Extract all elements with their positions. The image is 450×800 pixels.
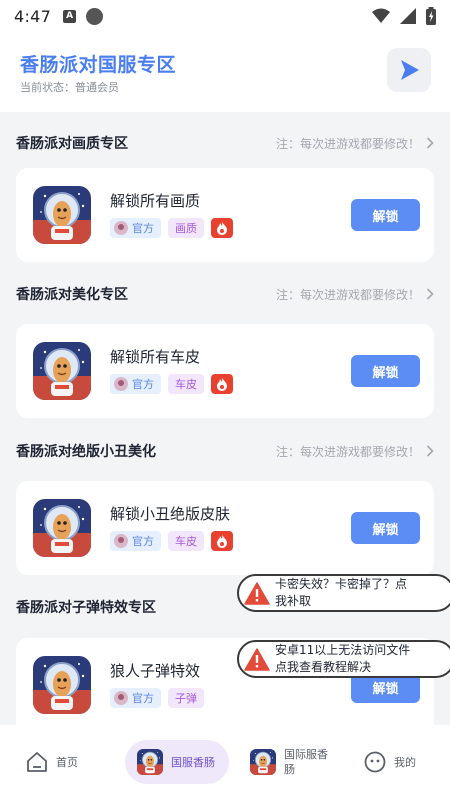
nav-item-global-server[interactable]: 国际服香 肠 bbox=[250, 740, 328, 784]
home-icon bbox=[27, 752, 47, 772]
section-note-text: 注：每次进游戏都要修改！ bbox=[275, 287, 420, 302]
play-icon bbox=[401, 60, 419, 80]
hot-badge bbox=[211, 374, 233, 394]
feature-name: 解锁小丑绝版皮肤 bbox=[110, 505, 231, 523]
toast-line: 安卓11以上无法访问文件 bbox=[275, 643, 411, 657]
section-title: 香肠派对美化专区 bbox=[16, 287, 128, 303]
toast-text: 卡密失效？卡密掉了？点 我补取 bbox=[275, 576, 407, 610]
section-header: 香肠派对画质专区 注：每次进游戏都要修改！ bbox=[16, 131, 434, 155]
avatar-icon bbox=[114, 377, 128, 391]
section-note-link[interactable]: 注：每次进游戏都要修改！ bbox=[276, 286, 434, 303]
unlock-button[interactable]: 解锁 bbox=[351, 512, 420, 544]
section-note-link[interactable]: 注：每次进游戏都要修改！ bbox=[276, 135, 434, 152]
toast-line: 我补取 bbox=[275, 594, 312, 608]
chevron-right-icon bbox=[426, 288, 434, 300]
hot-badge bbox=[211, 218, 233, 238]
section-note-text: 注：每次进游戏都要修改！ bbox=[275, 444, 420, 459]
chevron-right-icon bbox=[426, 445, 434, 457]
card-key-reclaim-toast[interactable]: 卡密失效？卡密掉了？点 我补取 bbox=[237, 574, 450, 612]
toast-line: 点我查看教程解决 bbox=[275, 660, 372, 674]
status-time: 4:47 bbox=[14, 6, 52, 26]
warning-icon bbox=[239, 647, 275, 671]
app-header: 香肠派对国服专区 当前状态：普通会员 bbox=[0, 32, 450, 112]
section-header: 香肠派对绝版小丑美化 注：每次进游戏都要修改！ bbox=[16, 439, 434, 463]
fire-icon bbox=[217, 377, 227, 391]
feature-card: 解锁小丑绝版皮肤 官方 车皮 解锁 bbox=[16, 481, 434, 575]
tag-row: 官方 车皮 bbox=[110, 374, 233, 394]
hot-badge bbox=[211, 531, 233, 551]
game-thumbnail bbox=[33, 342, 91, 400]
toast-text: 安卓11以上无法访问文件 点我查看教程解决 bbox=[275, 642, 410, 676]
toast-line: 卡密失效？卡密掉了？点 bbox=[275, 577, 408, 591]
game-thumbnail bbox=[137, 749, 163, 775]
fire-icon bbox=[217, 221, 227, 235]
status-bar: 4:47 A bbox=[0, 0, 450, 32]
avatar-icon bbox=[114, 534, 128, 548]
membership-status: 当前状态：普通会员 bbox=[20, 81, 119, 94]
feature-name: 解锁所有画质 bbox=[110, 192, 201, 210]
tag-row: 官方 车皮 bbox=[110, 531, 233, 551]
section-note-text: 注：每次进游戏都要修改！ bbox=[275, 136, 420, 151]
official-tag: 官方 bbox=[110, 374, 161, 394]
android11-help-toast[interactable]: 安卓11以上无法访问文件 点我查看教程解决 bbox=[237, 640, 450, 678]
avatar-icon bbox=[114, 221, 128, 235]
feature-card: 解锁所有车皮 官方 车皮 解锁 bbox=[16, 324, 434, 418]
game-thumbnail bbox=[250, 749, 276, 775]
official-tag: 官方 bbox=[110, 218, 161, 238]
game-thumbnail bbox=[33, 499, 91, 557]
section-title: 香肠派对绝版小丑美化 bbox=[16, 444, 156, 460]
unlock-button[interactable]: 解锁 bbox=[351, 355, 420, 387]
tag-row: 官方 子弹 bbox=[110, 688, 204, 708]
game-thumbnail bbox=[33, 186, 91, 244]
warning-icon bbox=[239, 581, 275, 605]
input-method-icon: A bbox=[63, 9, 77, 23]
profile-face-icon bbox=[364, 751, 386, 773]
nav-label: 我的 bbox=[394, 756, 416, 769]
category-tag: 车皮 bbox=[168, 531, 204, 551]
battery-charging-icon bbox=[426, 7, 436, 25]
wifi-icon bbox=[372, 8, 390, 23]
nav-label: 国际服香 肠 bbox=[284, 747, 328, 777]
tag-row: 官方 画质 bbox=[110, 218, 233, 238]
nav-label-line: 国际服香 bbox=[284, 748, 328, 761]
feature-name: 解锁所有车皮 bbox=[110, 348, 201, 366]
bottom-nav: 首页 国服香肠 国际服香 肠 我的 bbox=[0, 725, 450, 800]
category-tag: 子弹 bbox=[168, 688, 204, 708]
section-title: 香肠派对画质专区 bbox=[16, 136, 128, 152]
unlock-button[interactable]: 解锁 bbox=[351, 199, 420, 231]
category-tag: 车皮 bbox=[168, 374, 204, 394]
category-tag: 画质 bbox=[168, 218, 204, 238]
nav-label-line: 肠 bbox=[284, 763, 295, 776]
section-note-link[interactable]: 注：每次进游戏都要修改！ bbox=[276, 443, 434, 460]
play-button[interactable] bbox=[387, 48, 431, 92]
page-title: 香肠派对国服专区 bbox=[20, 54, 177, 76]
nav-item-cn-server[interactable]: 国服香肠 bbox=[125, 740, 229, 784]
official-tag-label: 官方 bbox=[132, 692, 154, 705]
nav-item-home[interactable]: 首页 bbox=[26, 740, 78, 784]
official-tag-label: 官方 bbox=[132, 378, 154, 391]
game-thumbnail bbox=[33, 656, 91, 714]
official-tag-label: 官方 bbox=[132, 222, 154, 235]
notification-dot-icon bbox=[86, 7, 104, 25]
avatar-icon bbox=[114, 691, 128, 705]
nav-label: 国服香肠 bbox=[171, 756, 215, 769]
official-tag: 官方 bbox=[110, 688, 161, 708]
nav-item-profile[interactable]: 我的 bbox=[364, 740, 416, 784]
feature-card: 解锁所有画质 官方 画质 解锁 bbox=[16, 168, 434, 262]
chevron-right-icon bbox=[426, 137, 434, 149]
section-header: 香肠派对美化专区 注：每次进游戏都要修改！ bbox=[16, 282, 434, 306]
nav-label: 首页 bbox=[56, 756, 78, 769]
section-title: 香肠派对子弹特效专区 bbox=[16, 600, 156, 616]
signal-icon bbox=[400, 8, 416, 24]
official-tag: 官方 bbox=[110, 531, 161, 551]
official-tag-label: 官方 bbox=[132, 535, 154, 548]
feature-name: 狼人子弹特效 bbox=[110, 662, 201, 680]
fire-icon bbox=[217, 534, 227, 548]
status-indicators bbox=[372, 7, 436, 25]
